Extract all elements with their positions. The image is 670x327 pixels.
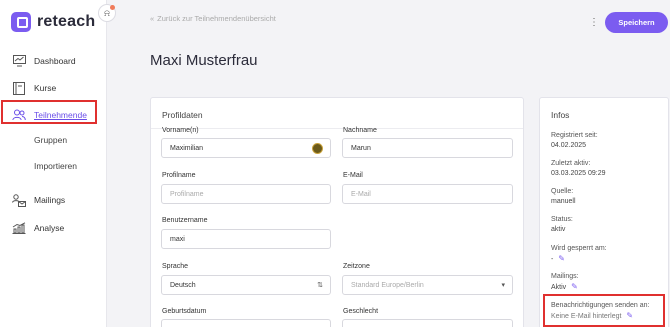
language-select[interactable]: Deutsch ⇅ <box>161 275 331 295</box>
email-field[interactable]: E-Mail <box>342 184 513 204</box>
analytics-icon <box>12 221 26 235</box>
sidebar-item-mailings[interactable]: Mailings <box>0 189 107 211</box>
timezone-select[interactable]: Standard Europe/Berlin ▾ <box>342 275 513 295</box>
firstname-field[interactable]: Maximilian <box>161 138 331 158</box>
source-value: manuell <box>551 198 576 205</box>
double-chevron-left-icon: « <box>150 14 155 23</box>
sidebar-item-gruppen[interactable]: Gruppen <box>0 129 107 151</box>
edit-lock-date-icon[interactable]: ✎ <box>558 254 565 263</box>
sidebar-item-label: Analyse <box>34 223 65 233</box>
notification-bell-button[interactable]: ⍾ <box>98 4 116 22</box>
app-name: reteach <box>37 13 96 30</box>
status-value: aktiv <box>551 226 566 233</box>
edit-mailings-icon[interactable]: ✎ <box>571 282 578 291</box>
sidebar-item-label: Kurse <box>34 83 57 93</box>
lastname-label: Nachname <box>343 127 377 134</box>
save-button[interactable]: Speichern <box>605 12 668 33</box>
profilename-label: Profilname <box>162 172 196 179</box>
autofill-icon <box>312 143 323 154</box>
bell-icon: ⍾ <box>104 8 110 18</box>
logo-mark-icon <box>11 12 31 32</box>
app-logo[interactable]: reteach <box>11 12 95 32</box>
sidebar: reteach Dashboard Kurse Teilnehmende Gru… <box>0 0 107 327</box>
timezone-label: Zeitzone <box>343 263 370 270</box>
sidebar-item-label: Importieren <box>34 161 77 171</box>
timezone-placeholder: Standard Europe/Berlin <box>351 281 424 289</box>
last-active-value: 03.03.2025 09:29 <box>551 170 606 177</box>
sidebar-item-importieren[interactable]: Importieren <box>0 155 107 177</box>
username-label: Benutzername <box>162 217 208 224</box>
highlight-box-sidebar <box>1 100 97 124</box>
mailings-icon <box>12 193 26 207</box>
profilename-field[interactable]: Profilname <box>161 184 331 204</box>
book-icon <box>12 81 26 95</box>
dashboard-icon <box>12 54 26 68</box>
username-field[interactable]: maxi <box>161 229 331 249</box>
registered-label: Registriert seit: <box>551 132 598 139</box>
back-link-label: Zurück zur Teilnehmendenübersicht <box>157 14 276 23</box>
sidebar-item-kurse[interactable]: Kurse <box>0 77 107 99</box>
sidebar-item-label: Dashboard <box>34 56 76 66</box>
lastname-field[interactable]: Marun <box>342 138 513 158</box>
registered-value: 04.02.2025 <box>551 142 587 149</box>
mailings-value-row: Aktiv ✎ <box>551 282 578 293</box>
email-label: E-Mail <box>343 172 363 179</box>
page-title: Maxi Musterfrau <box>150 52 258 69</box>
locked-label: Wird gesperrt am: <box>551 245 607 252</box>
chevron-down-icon: ▾ <box>501 282 505 289</box>
locked-value: - <box>551 256 554 263</box>
profilename-placeholder: Profilname <box>170 190 204 198</box>
profile-section-title: Profildaten <box>162 110 203 120</box>
birthdate-field[interactable] <box>161 319 331 327</box>
last-active-label: Zuletzt aktiv: <box>551 160 591 167</box>
highlight-box-notifications <box>543 294 665 327</box>
back-link[interactable]: «Zurück zur Teilnehmendenübersicht <box>150 14 276 23</box>
mailings-value: Aktiv <box>551 284 567 291</box>
lastname-value: Marun <box>351 144 371 152</box>
firstname-value: Maximilian <box>170 144 204 152</box>
info-section-title: Infos <box>551 110 570 120</box>
select-arrows-icon: ⇅ <box>317 282 323 289</box>
sidebar-item-analyse[interactable]: Analyse <box>0 217 107 239</box>
sidebar-item-dashboard[interactable]: Dashboard <box>0 50 107 72</box>
notification-dot <box>110 5 115 10</box>
more-options-icon[interactable]: ⋮ <box>589 17 599 28</box>
sidebar-item-label: Mailings <box>34 195 66 205</box>
source-label: Quelle: <box>551 188 574 195</box>
sidebar-item-label: Gruppen <box>34 135 68 145</box>
email-placeholder: E-Mail <box>351 190 371 198</box>
language-value: Deutsch <box>170 281 196 289</box>
language-label: Sprache <box>162 263 189 270</box>
divider <box>151 128 523 129</box>
mailings-label: Mailings: <box>551 273 579 280</box>
firstname-label: Vorname(n) <box>162 127 199 134</box>
locked-value-row: - ✎ <box>551 254 565 265</box>
status-label: Status: <box>551 216 573 223</box>
birthdate-label: Geburtsdatum <box>162 308 207 315</box>
username-value: maxi <box>170 235 185 243</box>
gender-field[interactable] <box>342 319 513 327</box>
gender-label: Geschlecht <box>343 308 379 315</box>
